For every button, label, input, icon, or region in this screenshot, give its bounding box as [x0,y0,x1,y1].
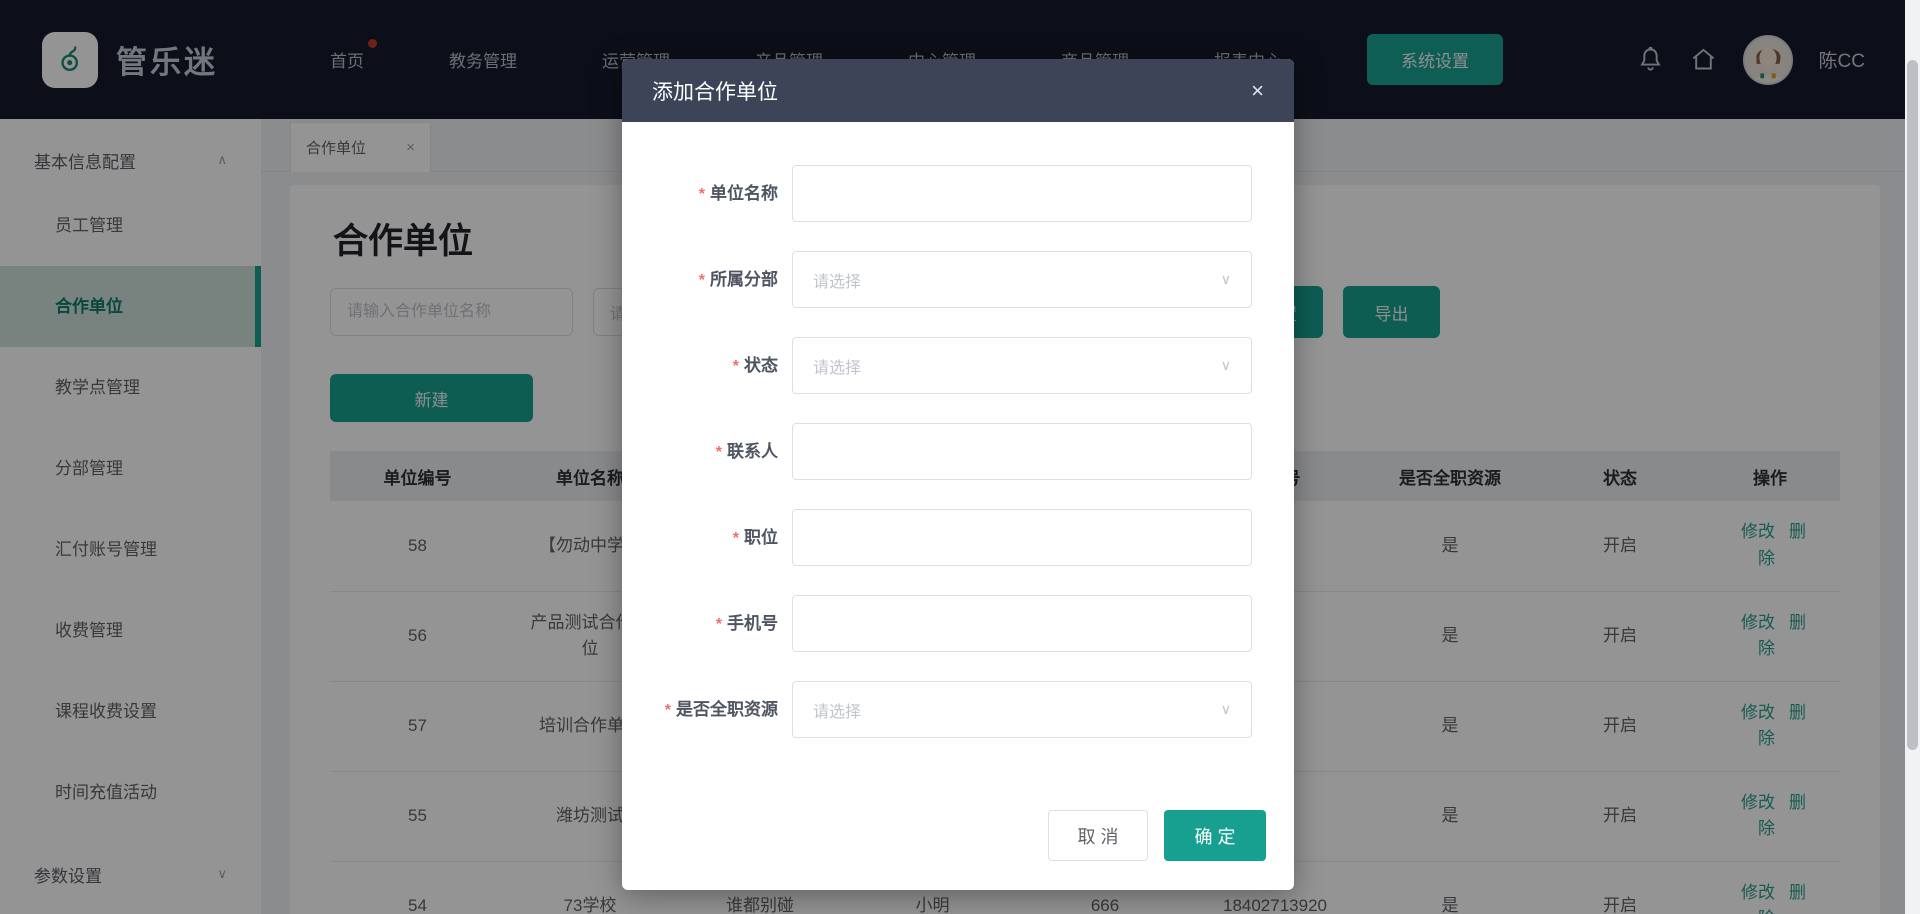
field-label-text: 是否全职资源 [676,700,778,719]
field-select-6[interactable]: 请选择 ∨ [792,681,1252,738]
required-mark: * [665,702,671,719]
scrollbar-thumb[interactable] [1907,60,1918,750]
field-label-text: 手机号 [727,614,778,633]
field-label: * 职位 [622,509,792,567]
field-label-text: 单位名称 [710,184,778,203]
field-label-text: 联系人 [727,442,778,461]
field-label: * 是否全职资源 [622,681,792,739]
select-placeholder: 请选择 [813,354,861,378]
required-mark: * [733,358,739,375]
field-row-6: * 是否全职资源 请选择 ∨ [622,681,1294,739]
field-input-0[interactable] [792,165,1252,222]
select-placeholder: 请选择 [813,268,861,292]
field-row-3: * 联系人 [622,423,1294,481]
required-mark: * [716,444,722,461]
field-row-2: * 状态 请选择 ∨ [622,337,1294,395]
field-label: * 状态 [622,337,792,395]
modal-body: *单位名称*所属分部请选择∨*状态请选择∨*联系人*职位*手机号*是否全职资源请… [622,122,1294,739]
chevron-down-icon: ∨ [1221,271,1231,288]
field-label: * 手机号 [622,595,792,653]
field-label: * 所属分部 [622,251,792,309]
page-scrollbar[interactable] [1905,0,1920,914]
field-label: * 单位名称 [622,165,792,223]
field-row-0: * 单位名称 [622,165,1294,223]
add-partner-modal: 添加合作单位 × *单位名称*所属分部请选择∨*状态请选择∨*联系人*职位*手机… [622,59,1294,890]
field-input-4[interactable] [792,509,1252,566]
required-mark: * [699,272,705,289]
field-label: * 联系人 [622,423,792,481]
close-icon[interactable]: × [1251,80,1264,102]
required-mark: * [699,186,705,203]
field-select-2[interactable]: 请选择 ∨ [792,337,1252,394]
field-label-text: 职位 [744,528,778,547]
required-mark: * [716,616,722,633]
chevron-down-icon: ∨ [1221,701,1231,718]
field-input-5[interactable] [792,595,1252,652]
field-row-1: * 所属分部 请选择 ∨ [622,251,1294,309]
field-label-text: 所属分部 [710,270,778,289]
modal-header: 添加合作单位 × [622,59,1294,122]
chevron-down-icon: ∨ [1221,357,1231,374]
field-input-3[interactable] [792,423,1252,480]
field-row-4: * 职位 [622,509,1294,567]
confirm-button[interactable]: 确 定 [1164,810,1266,861]
modal-title: 添加合作单位 [652,76,778,106]
field-row-5: * 手机号 [622,595,1294,653]
field-select-1[interactable]: 请选择 ∨ [792,251,1252,308]
cancel-button[interactable]: 取 消 [1048,810,1148,861]
field-label-text: 状态 [744,356,778,375]
required-mark: * [733,530,739,547]
select-placeholder: 请选择 [813,698,861,722]
